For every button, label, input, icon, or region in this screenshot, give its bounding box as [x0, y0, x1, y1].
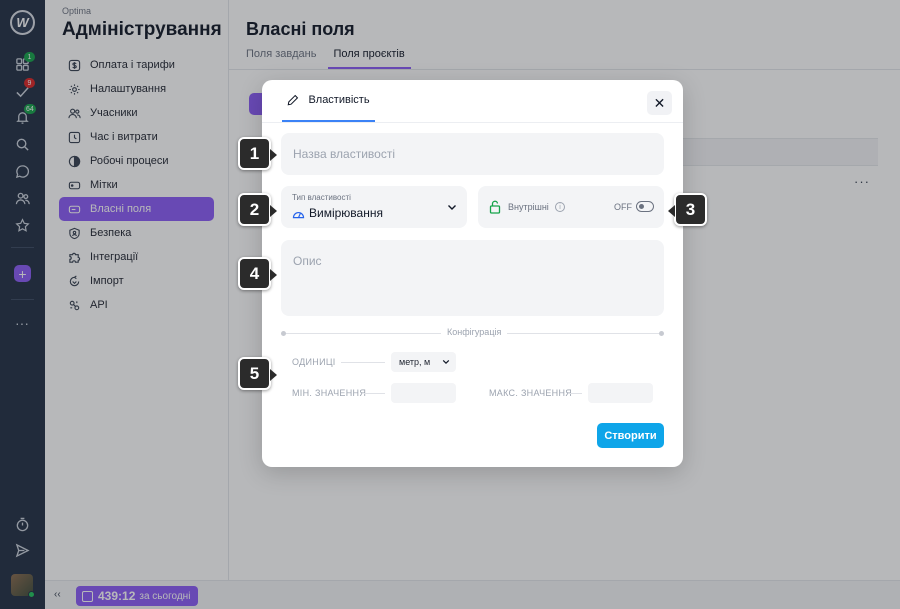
- units-select[interactable]: метр, м: [391, 352, 456, 372]
- tab-label: Властивість: [308, 94, 370, 106]
- chevron-down-icon: [448, 205, 456, 210]
- lock-icon: [489, 200, 501, 214]
- tab-property[interactable]: Властивість: [282, 80, 375, 122]
- create-button[interactable]: Створити: [597, 423, 664, 448]
- info-icon[interactable]: i: [555, 202, 565, 212]
- min-value-input[interactable]: [391, 383, 456, 403]
- close-button[interactable]: ✕: [647, 91, 672, 115]
- measurement-icon: [292, 211, 305, 218]
- pencil-icon: [288, 94, 299, 106]
- callout-4: 4: [238, 257, 277, 290]
- configuration-label: Конфігурація: [441, 327, 508, 337]
- callout-1: 1: [238, 137, 277, 170]
- internal-toggle-field: Внутрішні i OFF: [478, 186, 664, 228]
- close-icon: ✕: [653, 94, 666, 111]
- internal-state: OFF: [614, 202, 632, 212]
- min-value-label: МІН. ЗНАЧЕННЯ: [292, 388, 367, 398]
- max-value-input[interactable]: [588, 383, 653, 403]
- description-field[interactable]: [281, 240, 664, 316]
- property-type-value: Вимірювання: [309, 206, 383, 220]
- units-label: ОДИНИЦІ: [292, 357, 336, 367]
- property-type-select[interactable]: Тип властивості Вимірювання: [281, 186, 467, 228]
- property-dialog: Властивість ✕ Тип властивості Вимірюванн…: [262, 80, 683, 467]
- max-value-field[interactable]: [588, 383, 653, 403]
- property-name-field[interactable]: [281, 133, 664, 175]
- description-input[interactable]: [293, 254, 652, 304]
- internal-label: Внутрішні: [508, 202, 549, 212]
- max-value-label: МАКС. ЗНАЧЕННЯ: [489, 388, 573, 398]
- units-value: метр, м: [399, 357, 431, 367]
- callout-5: 5: [238, 357, 277, 390]
- callout-3: 3: [668, 193, 707, 226]
- configuration-divider: Конфігурація: [281, 325, 664, 343]
- callout-2: 2: [238, 193, 277, 226]
- chevron-down-icon: [442, 359, 450, 365]
- internal-toggle[interactable]: [636, 201, 654, 212]
- property-name-input[interactable]: [293, 147, 652, 161]
- min-value-field[interactable]: [391, 383, 456, 403]
- property-type-label: Тип властивості: [292, 193, 351, 202]
